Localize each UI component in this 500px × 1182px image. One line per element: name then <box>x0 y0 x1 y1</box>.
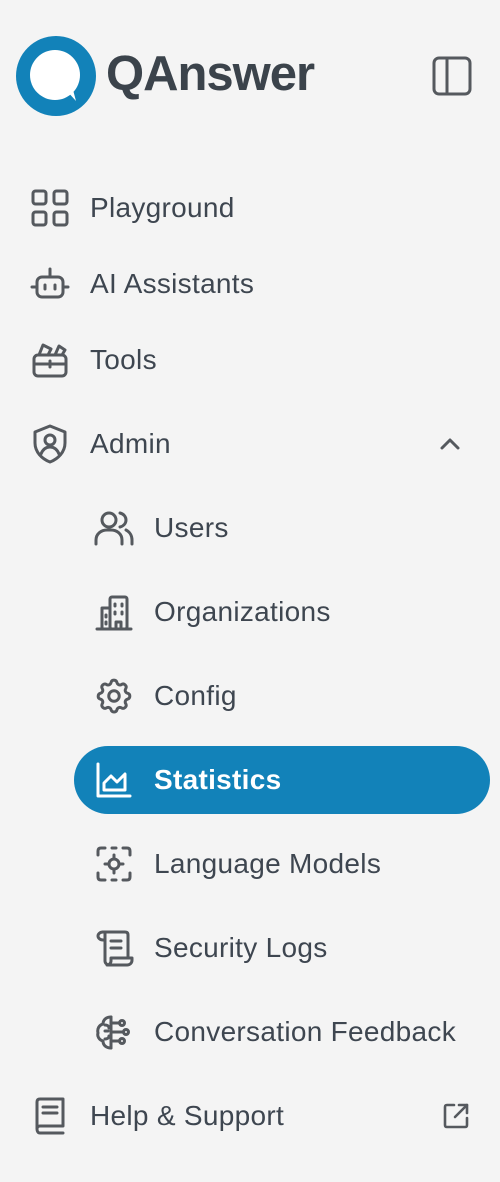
nav-item-users[interactable]: Users <box>92 496 482 560</box>
qanswer-logo-icon[interactable] <box>14 34 98 118</box>
nav-item-tools[interactable]: Tools <box>28 328 480 392</box>
shield-user-icon <box>28 422 72 466</box>
sidebar-header: QAnswer <box>0 0 500 150</box>
toolbox-icon <box>28 338 72 382</box>
model-chip-icon <box>92 842 136 886</box>
chevron-up-icon[interactable] <box>428 422 472 466</box>
nav-item-label: Admin <box>90 428 171 459</box>
nav-item-label: AI Assistants <box>90 268 255 299</box>
nav-item-language-models[interactable]: Language Models <box>92 832 482 896</box>
nav-item-playground[interactable]: Playground <box>28 176 480 240</box>
nav-item-ai-assistants[interactable]: AI Assistants <box>28 252 480 316</box>
nav-item-admin[interactable]: Admin <box>28 412 480 476</box>
nav-item-label: Organizations <box>154 596 331 627</box>
nav-item-conversation-feedback[interactable]: Conversation Feedback <box>92 1000 482 1064</box>
nav-item-label: Playground <box>90 192 235 223</box>
nav-item-security-logs[interactable]: Security Logs <box>92 916 482 980</box>
grid-icon <box>28 186 72 230</box>
nav-item-statistics[interactable]: Statistics <box>74 746 490 814</box>
brand-name: QAnswer <box>106 47 315 101</box>
robot-icon <box>28 262 72 306</box>
scroll-icon <box>92 926 136 970</box>
nav-item-label: Security Logs <box>154 932 328 963</box>
nav-item-label: Language Models <box>154 848 382 879</box>
brain-icon <box>92 1010 136 1054</box>
book-icon <box>28 1094 72 1138</box>
users-icon <box>92 506 136 550</box>
nav-item-label: Conversation Feedback <box>154 1016 457 1047</box>
nav-item-help-support[interactable]: Help & Support <box>28 1084 480 1148</box>
sidebar-toggle-button[interactable] <box>430 54 474 98</box>
external-link-icon <box>434 1094 478 1138</box>
nav-item-organizations[interactable]: Organizations <box>92 580 482 644</box>
nav-item-label: Statistics <box>154 764 282 795</box>
building-icon <box>92 590 136 634</box>
gear-icon <box>92 674 136 718</box>
nav-item-label: Help & Support <box>90 1100 285 1131</box>
chart-icon <box>92 758 136 802</box>
nav-item-label: Tools <box>90 344 157 375</box>
nav-item-label: Config <box>154 680 237 711</box>
nav-item-label: Users <box>154 512 229 543</box>
nav-item-config[interactable]: Config <box>92 664 482 728</box>
sidebar: QAnswer Playground AI Assistants Tools A… <box>0 0 500 1182</box>
